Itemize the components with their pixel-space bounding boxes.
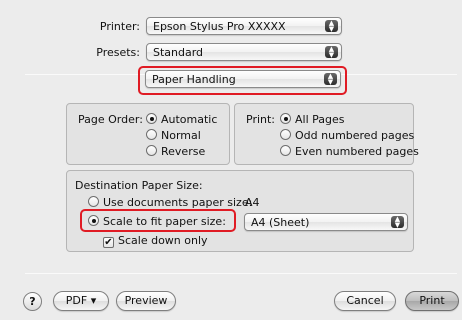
- page-order-label: Page Order:: [78, 113, 143, 126]
- print-option-all-pages[interactable]: All Pages: [280, 113, 345, 126]
- page-order-option-reverse[interactable]: Reverse: [146, 145, 205, 158]
- radio-button-icon: [280, 145, 291, 156]
- scale-down-only-checkbox[interactable]: ✔ Scale down only: [103, 234, 208, 248]
- printer-label: Printer:: [99, 20, 140, 33]
- use-documents-value: A4: [245, 196, 260, 209]
- printer-value: Epson Stylus Pro XXXXX: [153, 19, 286, 33]
- printer-popup[interactable]: Epson Stylus Pro XXXXX ▲ ▼: [146, 17, 342, 35]
- destination-title: Destination Paper Size:: [75, 179, 203, 192]
- radio-button-icon: [146, 113, 157, 124]
- panel-highlight: [138, 66, 347, 95]
- bottom-separator: [25, 273, 457, 274]
- print-option-even-pages[interactable]: Even numbered pages: [280, 145, 419, 158]
- print-option-odd-pages[interactable]: Odd numbered pages: [280, 129, 414, 142]
- page-order-option-normal[interactable]: Normal: [146, 129, 201, 142]
- radio-button-icon: [280, 113, 291, 124]
- radio-button-icon: [146, 129, 157, 140]
- print-label: Print:: [246, 113, 276, 126]
- scale-to-fit-value: A4 (Sheet): [251, 215, 310, 229]
- cancel-button[interactable]: Cancel: [334, 291, 396, 311]
- pdf-button[interactable]: PDF ▾: [53, 291, 109, 311]
- use-documents-option[interactable]: Use documents paper size:: [88, 196, 252, 209]
- chevron-updown-icon: ▲ ▼: [391, 216, 404, 229]
- presets-label: Presets:: [96, 46, 140, 59]
- print-button[interactable]: Print: [405, 291, 459, 311]
- preview-button[interactable]: Preview: [116, 291, 176, 311]
- presets-popup[interactable]: Standard ▲ ▼: [146, 43, 342, 61]
- radio-button-icon: [280, 129, 291, 140]
- radio-button-icon: [146, 145, 157, 156]
- scale-to-fit-popup[interactable]: A4 (Sheet) ▲ ▼: [244, 213, 408, 231]
- checkmark-icon: ✔: [103, 237, 114, 248]
- presets-value: Standard: [153, 45, 204, 59]
- page-order-option-automatic[interactable]: Automatic: [146, 113, 217, 126]
- radio-button-icon: [88, 196, 99, 207]
- chevron-updown-icon: ▲ ▼: [325, 46, 338, 59]
- scale-to-fit-highlight: [80, 209, 236, 232]
- chevron-updown-icon: ▲ ▼: [325, 20, 338, 33]
- help-button[interactable]: ?: [23, 292, 42, 311]
